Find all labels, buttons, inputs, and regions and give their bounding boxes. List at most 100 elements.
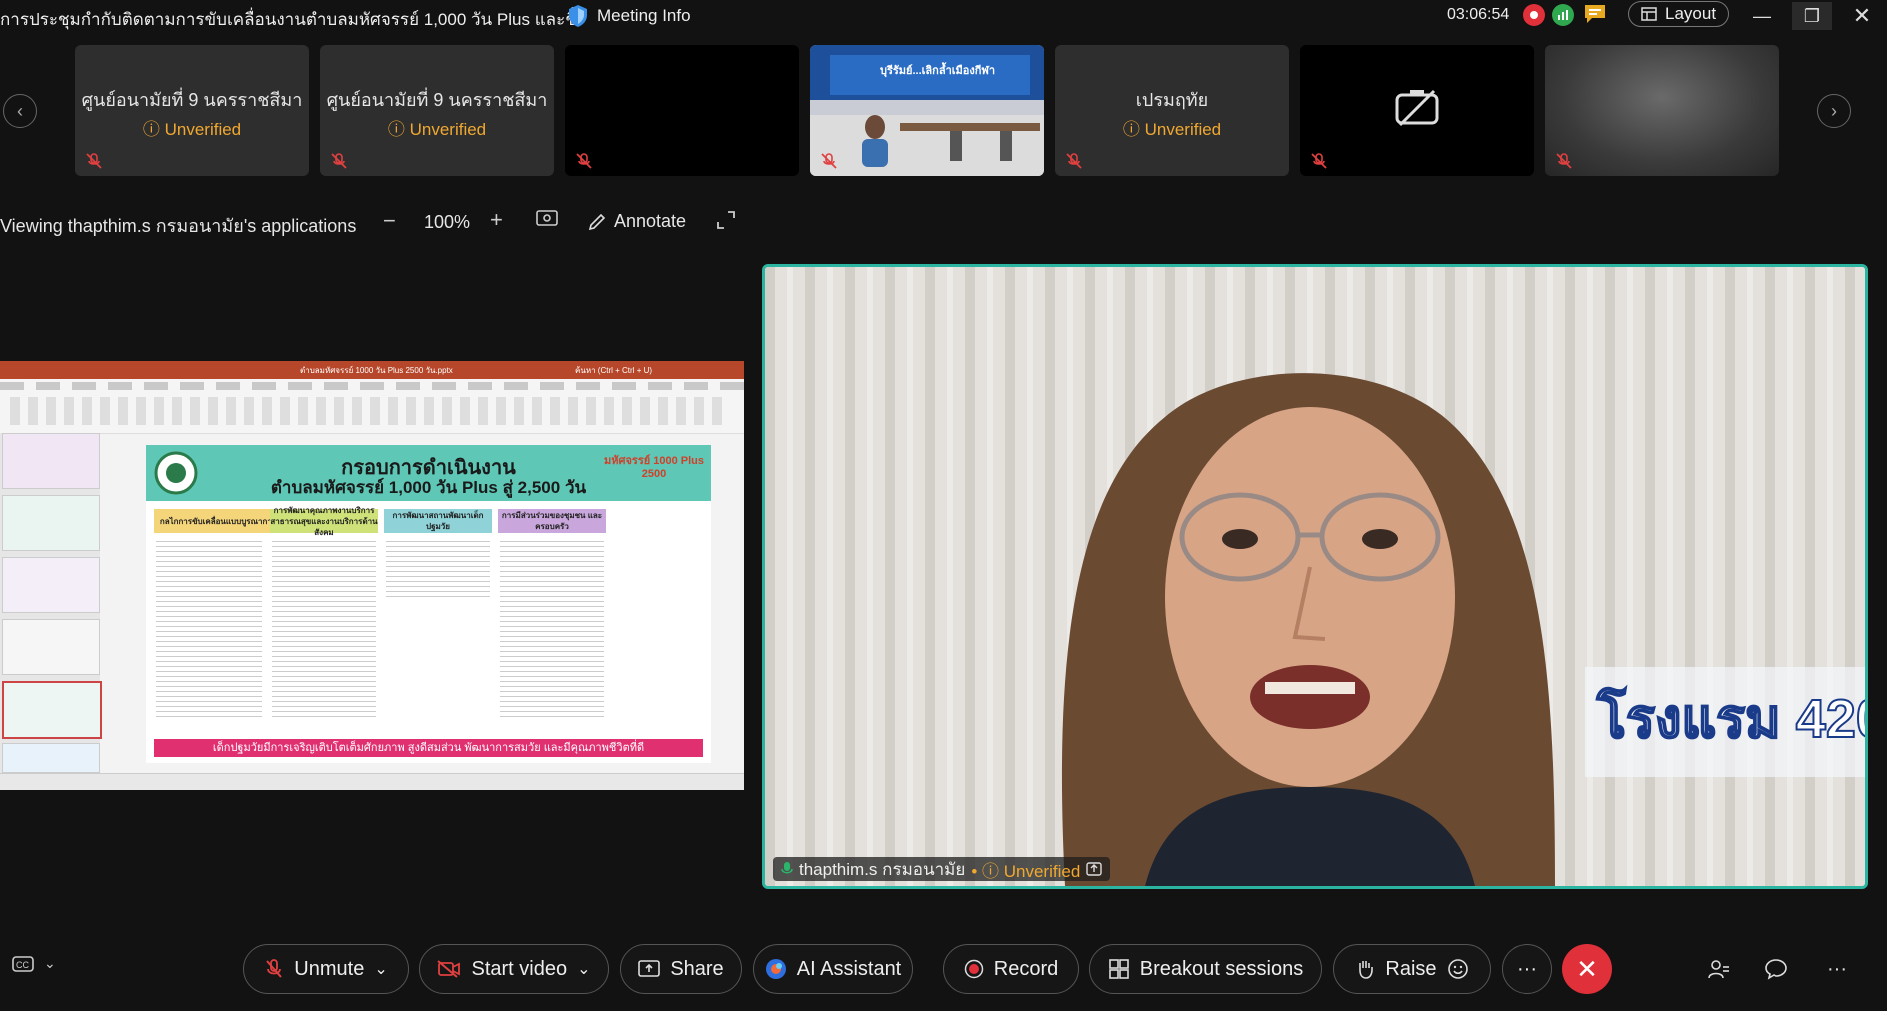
speaker-video-frame (765, 267, 1865, 886)
unmute-label: Unmute (294, 957, 365, 980)
captions-button[interactable]: CC ⌄ (12, 955, 56, 972)
raise-hand-icon (1359, 961, 1374, 979)
record-icon (964, 959, 983, 979)
participant-tile[interactable]: ศูนย์อนามัยที่ 9 นครราชสีมา ⓘ Unverified (320, 45, 554, 176)
annotate-button[interactable]: Annotate (588, 211, 686, 232)
framework-column-title: กลไกการขับเคลื่อนแบบบูรณาการ (154, 509, 282, 533)
meeting-info-button[interactable]: Meeting Info (567, 2, 691, 30)
slide-thumbnail[interactable] (2, 433, 100, 489)
recording-indicator-icon[interactable] (1523, 4, 1545, 26)
active-speaker-video[interactable]: โรงแรม 420 thapthim.s กรมอนามัย • ⓘ Unve… (762, 264, 1868, 889)
campaign-logo: มหัศจรรย์ 1000 Plus 2500 (604, 455, 705, 480)
share-screen-icon (638, 960, 661, 977)
unverified-badge: ⓘ Unverified (387, 120, 487, 139)
slide-thumbnail[interactable] (2, 495, 100, 551)
participants-icon[interactable] (1704, 955, 1732, 983)
shared-screen[interactable]: ตำบลมหัศจรรย์ 1000 วัน Plus 2500 วัน.ppt… (0, 361, 744, 790)
slide-thumbnail[interactable] (2, 619, 100, 675)
unmute-button[interactable]: Unmute ⌄ (243, 944, 409, 994)
raise-hand-button[interactable]: Raise (1333, 944, 1491, 994)
breakout-grid-icon (1108, 959, 1129, 979)
chat-notification-icon[interactable] (1583, 3, 1607, 25)
record-label: Record (993, 957, 1059, 980)
speaker-name-label: thapthim.s กรมอนามัย • ⓘ Unverified (773, 857, 1111, 881)
viewing-label: Viewing thapthim.s กรมอนามัย's applicati… (0, 216, 357, 236)
more-vertical-icon[interactable]: ··· (1823, 955, 1851, 983)
meeting-title: การประชุมกำกับติดตามการขับเคลื่อนงานตำบล… (0, 10, 575, 29)
leave-meeting-button[interactable]: ✕ (1562, 944, 1612, 994)
close-icon: ✕ (1576, 953, 1598, 984)
mic-muted-icon (1066, 153, 1082, 169)
minimize-icon[interactable]: — (1742, 2, 1782, 30)
ai-assistant-button[interactable]: AI Assistant (753, 944, 913, 994)
mic-muted-icon (331, 153, 347, 169)
participant-name: ศูนย์อนามัยที่ 9 นครราชสีมา (81, 90, 303, 110)
breakout-sessions-button[interactable]: Breakout sessions (1089, 944, 1322, 994)
mic-muted-icon (86, 153, 102, 169)
framework-column-title: การพัฒนาสถานพัฒนาเด็กปฐมวัย (384, 509, 492, 533)
background-sign-text: โรงแรม 420 (1596, 688, 1868, 750)
zoom-out-button[interactable]: − (383, 208, 396, 234)
fullscreen-icon[interactable] (716, 210, 736, 230)
slide-thumbnail-selected[interactable] (2, 681, 102, 739)
slide-thumbnails[interactable] (0, 433, 102, 773)
share-button[interactable]: Share (620, 944, 742, 994)
strip-next-button[interactable]: › (1817, 94, 1851, 128)
restore-icon[interactable]: ❐ (1792, 2, 1832, 30)
participant-video-tile[interactable] (1545, 45, 1779, 176)
participant-tile[interactable] (1300, 45, 1534, 176)
slide-thumbnail[interactable] (2, 743, 100, 773)
layout-label: Layout (1665, 4, 1717, 23)
participant-name: เปรมฤทัย (1135, 90, 1209, 110)
start-video-label: Start video (471, 957, 568, 980)
framework-column-title: การพัฒนาคุณภาพงานบริการ สาธารณสุขและงานบ… (270, 505, 378, 537)
participant-tile[interactable] (565, 45, 799, 176)
chevron-down-icon: ⌄ (44, 955, 56, 971)
slide-thumbnail[interactable] (2, 557, 100, 613)
ppt-ribbon (0, 379, 744, 434)
mic-active-icon (781, 862, 793, 874)
closed-captions-icon: CC (12, 955, 34, 972)
framework-column-text (386, 537, 490, 597)
raise-label: Raise (1385, 957, 1437, 980)
more-options-button[interactable]: ··· (1502, 944, 1552, 994)
ppt-window-title: ตำบลมหัศจรรย์ 1000 วัน Plus 2500 วัน.ppt… (300, 366, 453, 375)
framework-column-text (156, 537, 262, 717)
close-icon[interactable]: ✕ (1842, 2, 1882, 30)
chat-icon[interactable] (1762, 955, 1790, 983)
zoom-level[interactable]: 100% (424, 212, 470, 233)
video-overlay-text: บุรีรัมย์...เลิกล้ำเมืองกีฬา (880, 65, 996, 77)
unverified-badge: ⓘ Unverified (142, 120, 242, 139)
more-label: ··· (1517, 957, 1537, 980)
record-button[interactable]: Record (943, 944, 1079, 994)
breakout-label: Breakout sessions (1139, 957, 1304, 980)
mic-muted-icon (266, 959, 283, 978)
participant-name: ศูนย์อนามัยที่ 9 นครราชสีมา (326, 90, 548, 110)
chevron-down-icon[interactable]: ⌄ (577, 959, 590, 979)
framework-column-text (272, 537, 376, 717)
layout-button[interactable]: Layout (1628, 1, 1730, 27)
annotate-label: Annotate (614, 211, 687, 231)
participant-tile[interactable]: เปรมฤทัย ⓘ Unverified (1055, 45, 1289, 176)
sharing-icon (1086, 862, 1102, 876)
view-options-icon[interactable] (536, 210, 558, 228)
start-video-button[interactable]: Start video ⌄ (419, 944, 609, 994)
participant-video-tile[interactable]: บุรีรัมย์...เลิกล้ำเมืองกีฬา (810, 45, 1044, 176)
meeting-info-label: Meeting Info (597, 6, 691, 25)
strip-prev-button[interactable]: ‹ (3, 94, 37, 128)
mic-muted-icon (576, 153, 592, 169)
audio-stats-icon[interactable] (1552, 4, 1574, 26)
zoom-in-button[interactable]: + (490, 207, 503, 233)
participant-tile[interactable]: ศูนย์อนามัยที่ 9 นครราชสีมา ⓘ Unverified (75, 45, 309, 176)
ppt-title-bar: ตำบลมหัศจรรย์ 1000 วัน Plus 2500 วัน.ppt… (0, 361, 744, 379)
chevron-down-icon[interactable]: ⌄ (374, 959, 387, 979)
layout-icon (1641, 7, 1657, 21)
meeting-timer: 03:06:54 (1447, 6, 1510, 23)
framework-column-text (500, 537, 604, 717)
mic-muted-icon (1556, 153, 1572, 169)
mic-muted-icon (821, 153, 837, 169)
share-label: Share (670, 957, 724, 980)
annotate-icon (588, 213, 606, 230)
reactions-icon[interactable] (1447, 958, 1469, 980)
video-off-icon (437, 960, 461, 978)
